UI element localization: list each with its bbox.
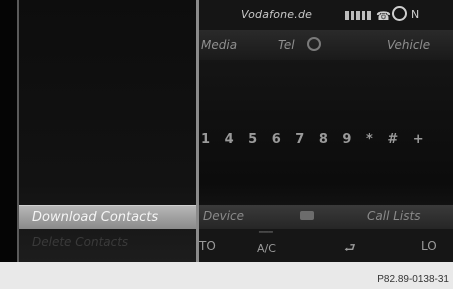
keyboard-icon[interactable] — [300, 211, 314, 220]
climate-ac-label[interactable]: A/C — [257, 242, 276, 255]
menu-item-download-contacts[interactable]: Download Contacts — [19, 205, 196, 229]
phone-icon — [307, 37, 321, 51]
compass-icon — [392, 6, 407, 21]
status-bar: Vodafone.de ☎ N — [199, 0, 453, 30]
tab-media[interactable]: Media — [201, 38, 237, 52]
climate-bar: TO ▔▔▔ A/C ⮐ LO — [199, 229, 453, 262]
handset-icon: ☎ — [376, 9, 391, 23]
climate-temp-label: LO — [421, 239, 437, 253]
compass-label: N — [411, 8, 420, 21]
softkey-device[interactable]: Device — [203, 209, 244, 223]
tab-tel[interactable]: Tel — [278, 38, 295, 52]
carrier-name: Vodafone.de — [241, 8, 313, 21]
signal-strength-icon — [345, 11, 371, 20]
dial-pad-digits[interactable]: 1 4 5 6 7 8 9 * # + — [201, 132, 429, 147]
menu-item-delete-contacts: Delete Contacts — [19, 231, 196, 255]
figure-code: P82.89-0138-31 — [377, 274, 449, 285]
seat-heater-icon[interactable]: ⮐ — [344, 239, 356, 261]
menu-item-label: Download Contacts — [32, 210, 159, 225]
softkey-call-lists[interactable]: Call Lists — [367, 209, 420, 223]
left-edge-bar — [0, 0, 19, 262]
tab-vehicle[interactable]: Vehicle — [387, 38, 430, 52]
softkey-bar: Device Call Lists — [199, 205, 453, 229]
ac-indicator-icon: ▔▔▔ — [259, 232, 273, 239]
head-unit-screen: Download Contacts Delete Contacts Vodafo… — [0, 0, 453, 262]
climate-auto-label: TO — [199, 239, 216, 253]
main-tabs: Media Tel Vehicle — [199, 30, 453, 60]
menu-item-label: Delete Contacts — [32, 235, 129, 249]
